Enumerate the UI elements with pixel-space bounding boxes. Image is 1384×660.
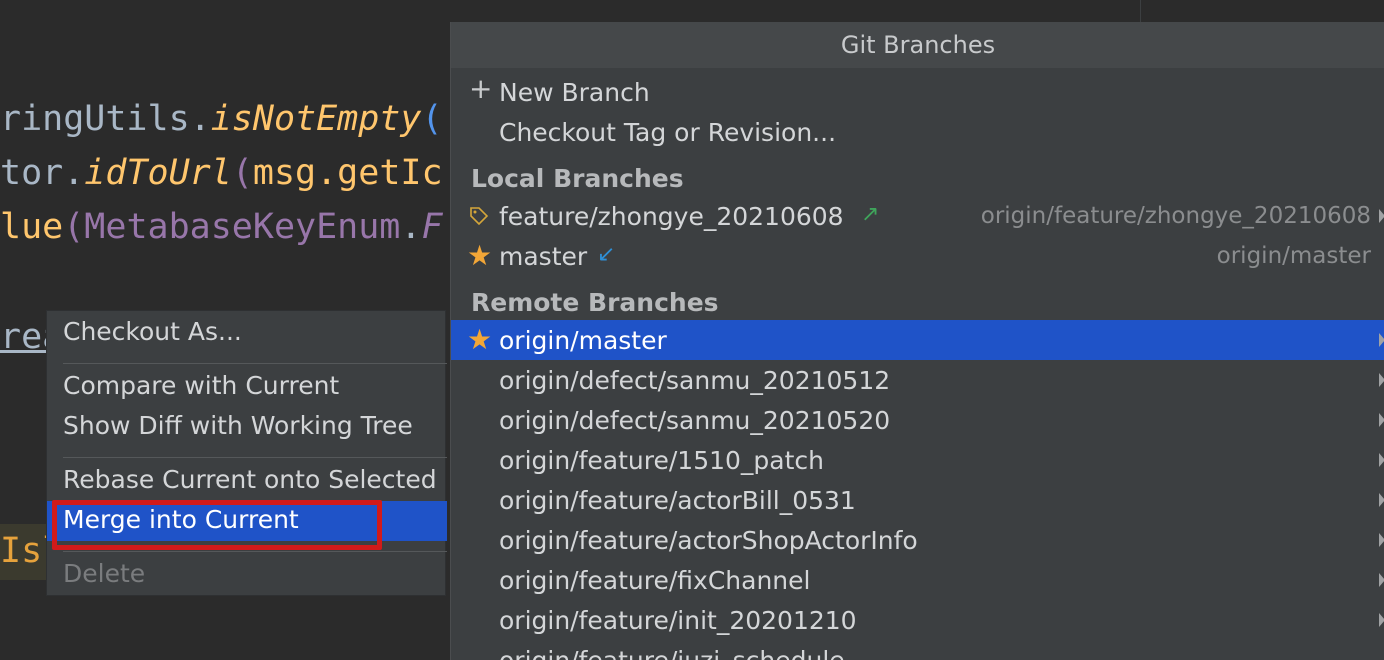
remote-branch-item[interactable]: origin/defect/sanmu_20210520 <box>451 400 1384 440</box>
menu-separator <box>63 457 447 458</box>
branch-name: origin/feature/fixChannel <box>499 565 811 595</box>
annotation-highlight-box <box>52 500 382 550</box>
branch-name: origin/feature/init_20201210 <box>499 605 857 635</box>
outgoing-arrow-icon: ↗ <box>861 202 880 227</box>
chevron-right-icon <box>1379 573 1384 587</box>
code-token: idToUrl <box>84 153 232 193</box>
local-branch-item[interactable]: feature/zhongye_20210608 ↗ origin/featur… <box>451 196 1384 236</box>
chevron-right-icon <box>1379 209 1384 223</box>
tracking-branch: origin/master <box>1216 243 1371 269</box>
menu-item-show-diff[interactable]: Show Diff with Working Tree <box>47 407 447 447</box>
branch-context-menu: Checkout As... Compare with Current Show… <box>46 310 447 596</box>
tracking-branch: origin/feature/zhongye_20210608 <box>980 203 1371 229</box>
menu-item-rebase[interactable]: Rebase Current onto Selected <box>47 461 447 501</box>
chevron-right-icon <box>1379 533 1384 547</box>
menu-item-label: Show Diff with Working Tree <box>63 411 413 440</box>
section-title: Remote Branches <box>471 287 719 317</box>
menu-separator <box>63 363 447 364</box>
menu-item-label: Rebase Current onto Selected <box>63 465 437 494</box>
code-token: isNotEmpty <box>210 99 422 139</box>
menu-item-delete: Delete <box>47 555 447 595</box>
new-branch-action[interactable]: + New Branch <box>451 72 1384 112</box>
branch-name: origin/defect/sanmu_20210512 <box>499 365 891 395</box>
menu-item-label: Compare with Current <box>63 371 340 400</box>
code-token: . <box>400 207 422 247</box>
code-line-2: tor.idToUrl(msg.getIc <box>0 150 443 196</box>
action-label: Checkout Tag or Revision... <box>499 117 837 147</box>
remote-branch-item[interactable]: ★ origin/master <box>451 320 1384 360</box>
branch-name: origin/feature/actorBill_0531 <box>499 485 856 515</box>
code-token: msg.getIc <box>252 153 443 193</box>
remote-branches-header: Remote Branches <box>451 282 1384 322</box>
menu-separator <box>63 551 447 552</box>
git-branches-popup: Git Branches + New Branch Checkout Tag o… <box>450 22 1384 660</box>
menu-item-label: Checkout As... <box>63 317 242 346</box>
menu-item-compare-with-current[interactable]: Compare with Current <box>47 367 447 407</box>
remote-branch-item[interactable]: origin/feature/1510_patch <box>451 440 1384 480</box>
code-token: ringUtils <box>0 99 190 139</box>
menu-item-checkout-as[interactable]: Checkout As... <box>47 313 447 353</box>
incoming-arrow-icon: ↙ <box>597 242 616 267</box>
remote-branch-item[interactable]: origin/defect/sanmu_20210512 <box>451 360 1384 400</box>
chevron-right-icon <box>1379 413 1384 427</box>
chevron-right-icon <box>1379 333 1384 347</box>
remote-branch-item[interactable]: origin/feature/init_20201210 <box>451 600 1384 640</box>
tag-icon <box>470 207 489 226</box>
code-line-3: lue(MetabaseKeyEnum.F <box>0 204 443 250</box>
code-token: tor <box>0 153 64 193</box>
branch-name: origin/defect/sanmu_20210520 <box>499 405 891 435</box>
branch-name: origin/feature/juzi_schedule <box>499 645 845 660</box>
branch-name: origin/feature/actorShopActorInfo <box>499 525 918 555</box>
code-token: . <box>63 153 85 193</box>
star-icon: ★ <box>467 323 493 356</box>
code-token: ( <box>421 99 443 139</box>
code-token: MetabaseKeyEnum <box>84 207 401 247</box>
section-title: Local Branches <box>471 163 684 193</box>
local-branches-header: Local Branches <box>451 158 1384 198</box>
chevron-right-icon <box>1379 373 1384 387</box>
star-icon: ★ <box>467 239 493 272</box>
local-branch-item[interactable]: ★ master ↙ origin/master <box>451 236 1384 276</box>
remote-branch-item[interactable]: origin/feature/juzi_schedule <box>451 640 1384 660</box>
branch-name: origin/master <box>499 325 667 355</box>
popup-title: Git Branches <box>840 31 996 59</box>
code-token: lue <box>0 207 64 247</box>
remote-branch-item[interactable]: origin/feature/actorShopActorInfo <box>451 520 1384 560</box>
remote-branch-item[interactable]: origin/feature/actorBill_0531 <box>451 480 1384 520</box>
code-token: . <box>189 99 211 139</box>
plus-icon: + <box>469 72 493 105</box>
editor-divider <box>1140 0 1141 22</box>
code-token: ( <box>231 153 253 193</box>
checkout-tag-action[interactable]: Checkout Tag or Revision... <box>451 112 1384 152</box>
code-token: ( <box>63 207 85 247</box>
code-token: F <box>421 207 443 247</box>
code-line-1: ringUtils.isNotEmpty( <box>0 96 443 142</box>
branch-name: origin/feature/1510_patch <box>499 445 824 475</box>
menu-item-label: Delete <box>63 559 146 588</box>
remote-branch-item[interactable]: origin/feature/fixChannel <box>451 560 1384 600</box>
action-label: New Branch <box>499 77 650 107</box>
chevron-right-icon <box>1379 493 1384 507</box>
branch-name: feature/zhongye_20210608 <box>499 201 844 231</box>
popup-header: Git Branches <box>451 22 1384 68</box>
chevron-right-icon <box>1379 613 1384 627</box>
chevron-right-icon <box>1379 453 1384 467</box>
branch-name: master <box>499 241 588 271</box>
